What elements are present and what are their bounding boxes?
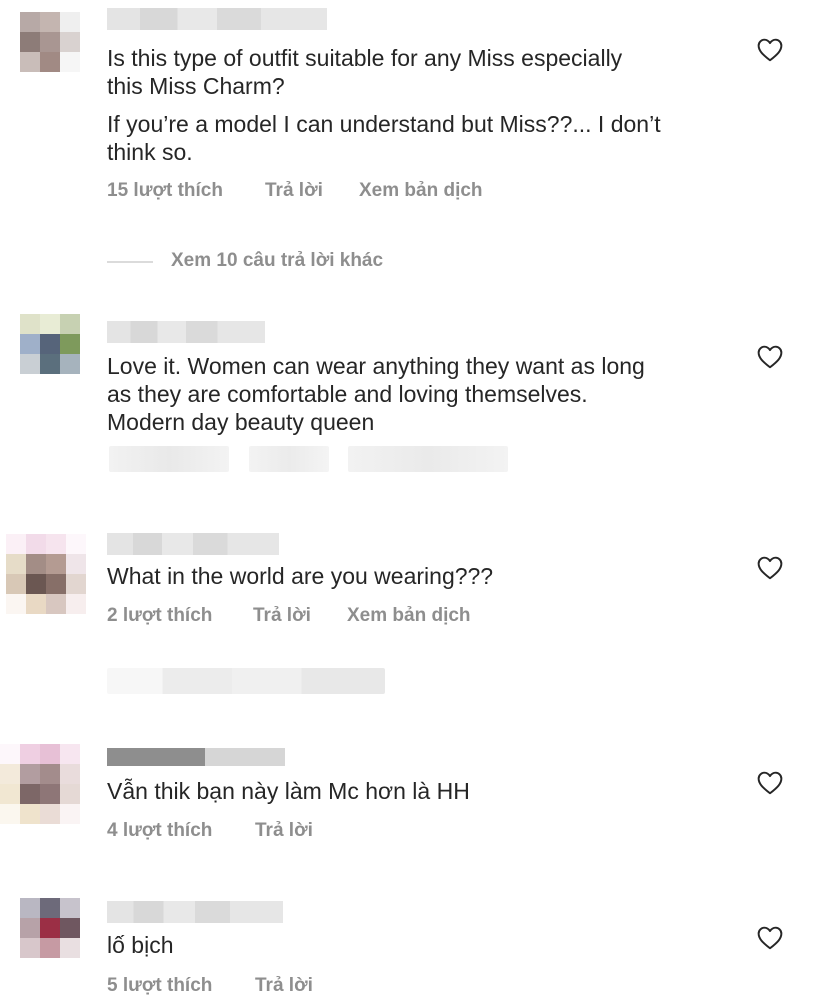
avatar[interactable]	[6, 534, 86, 614]
reply-button-blurred[interactable]	[249, 446, 329, 472]
view-replies-blurred[interactable]	[107, 668, 385, 694]
comment-line: as they are comfortable and loving thems…	[107, 381, 588, 407]
username-blurred[interactable]	[107, 321, 265, 343]
translate-button-blurred[interactable]	[348, 446, 508, 472]
avatar[interactable]	[0, 744, 80, 824]
comment-line: Love it. Women can wear anything they wa…	[107, 353, 645, 379]
comment-meta: 4 lượt thích Trả lời	[107, 820, 313, 842]
reply-button[interactable]: Trả lời	[255, 975, 313, 997]
heart-outline-icon[interactable]	[757, 771, 783, 795]
translate-button[interactable]: Xem bản dịch	[359, 180, 483, 202]
heart-outline-icon[interactable]	[757, 926, 783, 950]
likes-count[interactable]: 15 lượt thích	[107, 180, 265, 202]
username-blurred[interactable]	[107, 8, 327, 30]
likes-count-blurred[interactable]	[109, 446, 229, 472]
avatar[interactable]	[20, 898, 80, 958]
comment-text: What in the world are you wearing???	[107, 563, 494, 589]
likes-count[interactable]: 2 lượt thích	[107, 605, 253, 627]
reply-button[interactable]: Trả lời	[255, 820, 313, 842]
comment-meta: 15 lượt thích Trả lời Xem bản dịch	[107, 180, 483, 202]
comment-text: lố bịch	[107, 932, 174, 958]
translate-button[interactable]: Xem bản dịch	[347, 605, 471, 627]
likes-count[interactable]: 5 lượt thích	[107, 975, 255, 997]
view-replies-button[interactable]: Xem 10 câu trả lời khác	[171, 250, 383, 272]
avatar[interactable]	[20, 12, 80, 72]
reply-button[interactable]: Trả lời	[265, 180, 359, 202]
replies-divider	[107, 261, 153, 263]
likes-count[interactable]: 4 lượt thích	[107, 820, 255, 842]
comment-line: If you’re a model I can understand but M…	[107, 111, 661, 137]
comment-text: Is this type of outfit suitable for any …	[107, 44, 747, 166]
comment-meta: 2 lượt thích Trả lời Xem bản dịch	[107, 605, 471, 627]
comment-line: Modern day beauty queen	[107, 409, 375, 435]
heart-outline-icon[interactable]	[757, 38, 783, 62]
reply-button[interactable]: Trả lời	[253, 605, 347, 627]
heart-outline-icon[interactable]	[757, 345, 783, 369]
comment-line: this Miss Charm?	[107, 73, 285, 99]
comment-line: think so.	[107, 139, 193, 165]
comment-text: Vẫn thik bạn này làm Mc hơn là HH	[107, 778, 470, 804]
username-blurred[interactable]	[107, 533, 279, 555]
comment-line: Is this type of outfit suitable for any …	[107, 45, 623, 71]
username-blurred[interactable]	[107, 748, 285, 766]
avatar[interactable]	[20, 314, 80, 374]
comment-text: Love it. Women can wear anything they wa…	[107, 352, 747, 436]
comment-meta: 5 lượt thích Trả lời	[107, 975, 313, 997]
heart-outline-icon[interactable]	[757, 556, 783, 580]
username-blurred[interactable]	[107, 901, 283, 923]
